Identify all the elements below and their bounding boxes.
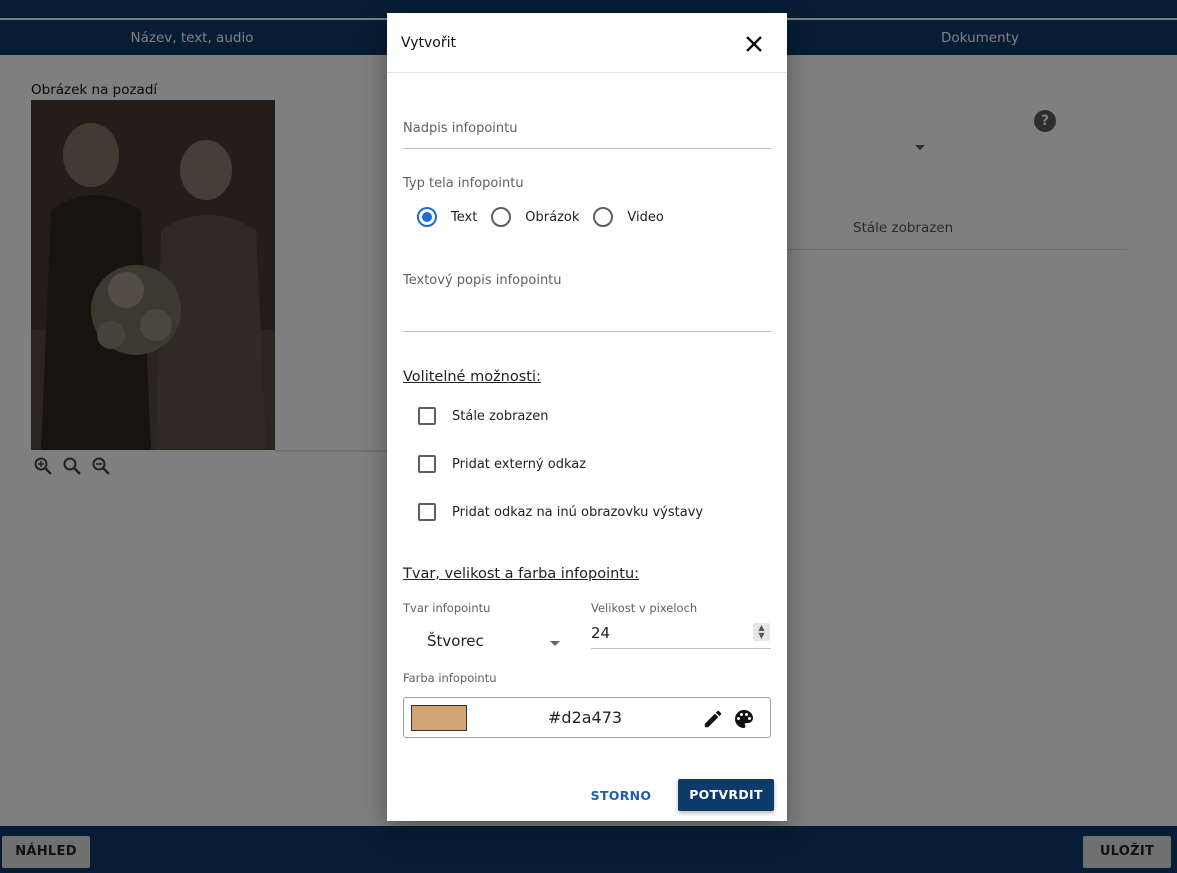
- shape-section-title: Tvar, velikost a farba infopointu:: [403, 566, 640, 582]
- body-type-label: Typ tela infopointu: [403, 176, 524, 191]
- radio-text[interactable]: [417, 207, 437, 227]
- size-input-underline: [591, 648, 771, 649]
- option-screen-link[interactable]: Pridat odkaz na inú obrazovku výstavy: [418, 503, 703, 521]
- close-icon[interactable]: [743, 33, 765, 55]
- optional-options-title: Volitelné možnosti:: [403, 369, 541, 385]
- shape-chevron-down-icon[interactable]: [550, 641, 560, 646]
- color-label: Farba infopointu: [403, 671, 497, 685]
- confirm-button[interactable]: POTVRDIT: [678, 779, 774, 811]
- size-input[interactable]: 24: [591, 624, 610, 642]
- color-hex-value[interactable]: #d2a473: [548, 708, 622, 727]
- shape-select[interactable]: Štvorec: [427, 632, 484, 650]
- dialog-header-divider: [387, 72, 787, 73]
- radio-image[interactable]: [491, 207, 512, 227]
- pencil-icon[interactable]: [702, 708, 724, 730]
- body-type-radio-group: Text Obrázok Video: [417, 207, 678, 227]
- radio-text-label: Text: [451, 209, 478, 225]
- heading-input[interactable]: Nadpis infopointu: [403, 121, 518, 136]
- description-textarea[interactable]: Textový popis infopointu: [403, 273, 562, 288]
- option-external-link[interactable]: Pridat externý odkaz: [418, 455, 586, 473]
- dialog-title: Vytvořit: [401, 35, 456, 51]
- radio-video[interactable]: [593, 207, 614, 227]
- size-stepper[interactable]: ▲ ▼: [753, 623, 770, 641]
- always-shown-label: Stále zobrazen: [452, 408, 549, 424]
- color-swatch[interactable]: [411, 705, 467, 731]
- screen-link-checkbox[interactable]: [418, 503, 436, 521]
- heading-input-underline: [403, 148, 771, 149]
- external-link-checkbox[interactable]: [418, 455, 436, 473]
- color-picker-field[interactable]: #d2a473: [403, 697, 771, 738]
- create-infopoint-dialog: Vytvořit Nadpis infopointu Typ tela info…: [387, 13, 787, 821]
- cancel-button[interactable]: STORNO: [587, 781, 655, 811]
- always-shown-checkbox[interactable]: [418, 407, 436, 425]
- palette-icon[interactable]: [732, 707, 756, 731]
- radio-image-label: Obrázok: [525, 209, 580, 225]
- screen-link-label: Pridat odkaz na inú obrazovku výstavy: [452, 504, 704, 520]
- radio-video-label: Video: [627, 209, 664, 225]
- shape-label: Tvar infopointu: [403, 601, 491, 615]
- description-underline: [403, 331, 771, 332]
- external-link-label: Pridat externý odkaz: [452, 456, 587, 472]
- option-always-shown[interactable]: Stále zobrazen: [418, 407, 548, 425]
- size-label: Velikost v pixeloch: [591, 601, 698, 615]
